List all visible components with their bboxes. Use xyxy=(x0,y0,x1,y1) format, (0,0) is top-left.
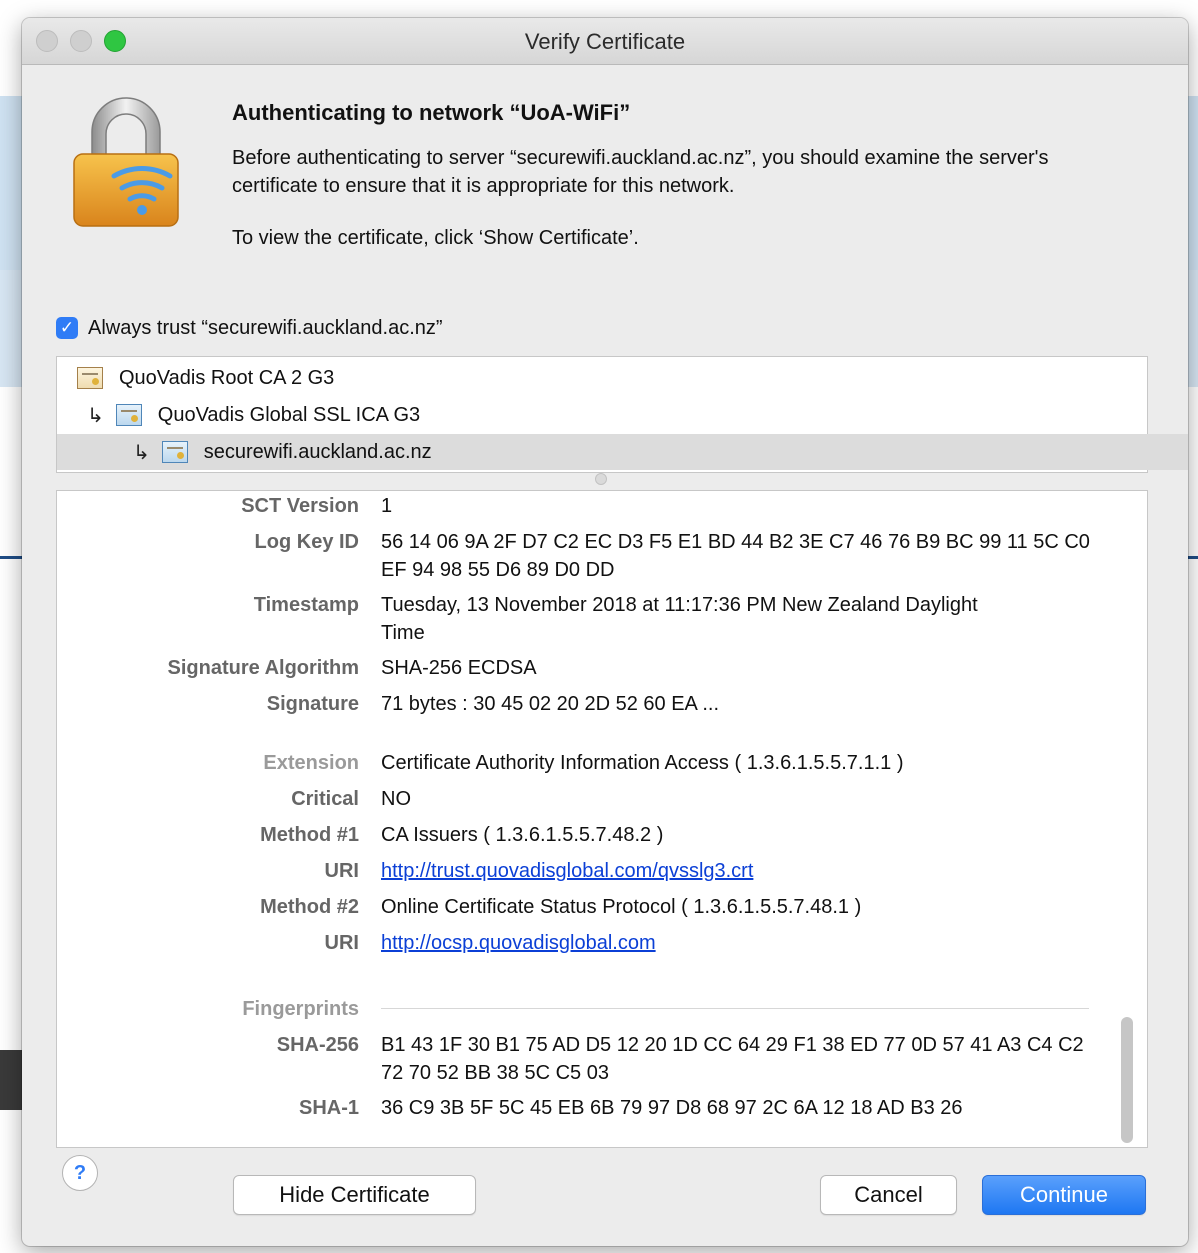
detail-label: SHA-1 xyxy=(298,1097,359,1119)
detail-value: Certificate Authority Information Access… xyxy=(381,752,904,774)
detail-label: SCT Version xyxy=(241,495,359,517)
uri-link[interactable]: http://ocsp.quovadisglobal.com xyxy=(381,929,656,957)
tree-row-label: QuoVadis Root CA 2 G3 xyxy=(119,366,335,389)
details-scrollbar[interactable] xyxy=(1121,1017,1133,1143)
certificate-chain-tree: QuoVadis Root CA 2 G3 ↳ QuoVadis Global … xyxy=(56,356,1188,473)
always-trust-checkbox[interactable]: ✓ xyxy=(56,317,78,339)
detail-value: 56 14 06 9A 2F D7 C2 EC D3 F5 E1 BD 44 B… xyxy=(381,531,1090,581)
detail-value: CA Issuers ( 1.3.6.1.5.5.7.48.2 ) xyxy=(381,824,664,846)
tree-row-leaf-certificate[interactable]: ↳ securewifi.auckland.ac.nz xyxy=(57,434,1188,470)
uri-link[interactable]: http://trust.quovadisglobal.com/qvsslg3.… xyxy=(381,857,753,885)
detail-label: URI xyxy=(324,860,359,882)
detail-value: Online Certificate Status Protocol ( 1.3… xyxy=(381,896,862,918)
continue-button[interactable]: Continue xyxy=(982,1175,1146,1215)
tree-row-label: QuoVadis Global SSL ICA G3 xyxy=(157,403,421,426)
section-label: Fingerprints xyxy=(242,998,359,1020)
verify-certificate-dialog: Verify Certificate Authenticating to net… xyxy=(22,18,1188,1246)
detail-value: 71 bytes : 30 45 02 20 2D 52 60 EA ... xyxy=(381,693,720,715)
padlock-wifi-icon xyxy=(73,97,179,227)
tree-row-label: securewifi.auckland.ac.nz xyxy=(203,440,432,463)
cancel-button[interactable]: Cancel xyxy=(820,1175,957,1215)
detail-label: Method #1 xyxy=(260,824,359,846)
tree-row-intermediate-ca[interactable]: ↳ QuoVadis Global SSL ICA G3 xyxy=(57,397,1145,433)
child-arrow-icon: ↳ xyxy=(133,440,150,464)
divider xyxy=(381,1008,1089,1009)
detail-value: SHA-256 ECDSA xyxy=(381,657,537,679)
detail-value: B1 43 1F 30 B1 75 AD D5 12 20 1D CC 64 2… xyxy=(381,1034,1084,1084)
certificate-icon xyxy=(161,441,188,463)
certificate-details-panel: SCT Version 1 Log Key ID 56 14 06 9A 2F … xyxy=(56,490,1148,1148)
detail-value: 36 C9 3B 5F 5C 45 EB 6B 79 97 D8 68 97 2… xyxy=(381,1097,963,1119)
certificate-icon xyxy=(77,367,103,389)
detail-value: NO xyxy=(381,788,411,810)
detail-label: Critical xyxy=(291,788,359,810)
dialog-description: Before authenticating to server “securew… xyxy=(232,147,1049,197)
splitter-handle[interactable] xyxy=(595,473,607,485)
detail-value: 1 xyxy=(381,495,393,517)
help-button[interactable]: ? xyxy=(62,1155,98,1191)
title-bar: Verify Certificate xyxy=(22,18,1188,65)
detail-label: Signature Algorithm xyxy=(167,657,359,679)
detail-label: Timestamp xyxy=(253,594,359,616)
always-trust-label[interactable]: Always trust “securewifi.auckland.ac.nz” xyxy=(88,317,443,340)
background-page-top xyxy=(0,0,1198,18)
window-title: Verify Certificate xyxy=(524,29,686,54)
detail-value: Tuesday, 13 November 2018 at 11:17:36 PM… xyxy=(381,594,978,644)
section-label: Extension xyxy=(263,752,359,774)
detail-label: URI xyxy=(324,932,359,954)
detail-label: Log Key ID xyxy=(254,531,359,553)
tree-row-root-ca[interactable]: QuoVadis Root CA 2 G3 xyxy=(57,360,1135,396)
always-trust-row[interactable]: ✓ Always trust “securewifi.auckland.ac.n… xyxy=(56,315,443,341)
certificate-icon xyxy=(115,404,142,426)
detail-label: SHA-256 xyxy=(276,1034,359,1056)
hide-certificate-button[interactable]: Hide Certificate xyxy=(233,1175,476,1215)
detail-label: Signature xyxy=(266,693,359,715)
dialog-hint: To view the certificate, click ‘Show Cer… xyxy=(232,227,639,249)
detail-label: Method #2 xyxy=(260,896,359,918)
dialog-heading: Authenticating to network “UoA-WiFi” xyxy=(232,100,631,125)
child-arrow-icon: ↳ xyxy=(87,403,104,427)
